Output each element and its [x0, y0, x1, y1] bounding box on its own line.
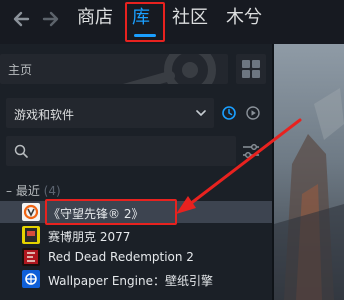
top-nav: 商店 库 社区 木兮 [0, 0, 344, 44]
search-icon [14, 144, 28, 158]
search-input[interactable] [6, 136, 236, 166]
game-name: 赛博朋克 2077 [48, 230, 131, 244]
search-row [0, 136, 272, 166]
grid-icon [242, 60, 250, 68]
overwatch-icon [22, 203, 40, 221]
play-filter-icon[interactable] [246, 106, 260, 120]
library-sidebar: 主页 游戏和软件 – 最近 (4) 《守望先锋® 2》 赛博朋克 2077 Re… [0, 44, 272, 300]
nav-community[interactable]: 社区 [172, 7, 208, 29]
game-row-overwatch[interactable]: 《守望先锋® 2》 [0, 201, 272, 223]
chevron-down-icon [196, 110, 206, 117]
nav-library[interactable]: 库 [132, 7, 150, 29]
steam-logo-icon [122, 54, 216, 84]
collapse-dash-icon: – [6, 184, 16, 198]
game-name: Wallpaper Engine：壁纸引擎 [48, 274, 213, 288]
active-tab-underline [134, 34, 156, 37]
section-label: 最近 [15, 184, 40, 198]
grid-view-button[interactable] [236, 54, 266, 84]
game-hero-art [274, 44, 344, 300]
recent-clock-icon[interactable] [222, 106, 236, 120]
section-count: (4) [43, 184, 61, 198]
collection-dropdown-label: 游戏和软件 [14, 108, 75, 122]
forward-arrow-icon[interactable] [40, 9, 60, 29]
collection-dropdown[interactable]: 游戏和软件 [6, 98, 214, 128]
game-name: 《守望先锋® 2》 [48, 207, 144, 221]
nav-username[interactable]: 木兮 [226, 7, 262, 29]
filter-row: 游戏和软件 [0, 98, 272, 128]
hero-art-image [274, 44, 344, 300]
wallpaper-engine-icon [22, 270, 40, 288]
cyberpunk-icon [22, 226, 40, 244]
advanced-filter-icon[interactable] [242, 143, 260, 159]
recent-section-header[interactable]: – 最近 (4) [6, 182, 61, 199]
game-row-wallpaper-engine[interactable]: Wallpaper Engine：壁纸引擎 [0, 268, 272, 290]
rdr2-icon [22, 248, 40, 266]
game-name: Red Dead Redemption 2 [48, 250, 194, 264]
home-label: 主页 [8, 63, 33, 77]
back-arrow-icon[interactable] [12, 9, 32, 29]
home-button[interactable]: 主页 [0, 54, 228, 84]
game-row-cyberpunk[interactable]: 赛博朋克 2077 [0, 224, 272, 246]
nav-store[interactable]: 商店 [77, 7, 113, 29]
game-row-rdr2[interactable]: Red Dead Redemption 2 [0, 246, 272, 268]
